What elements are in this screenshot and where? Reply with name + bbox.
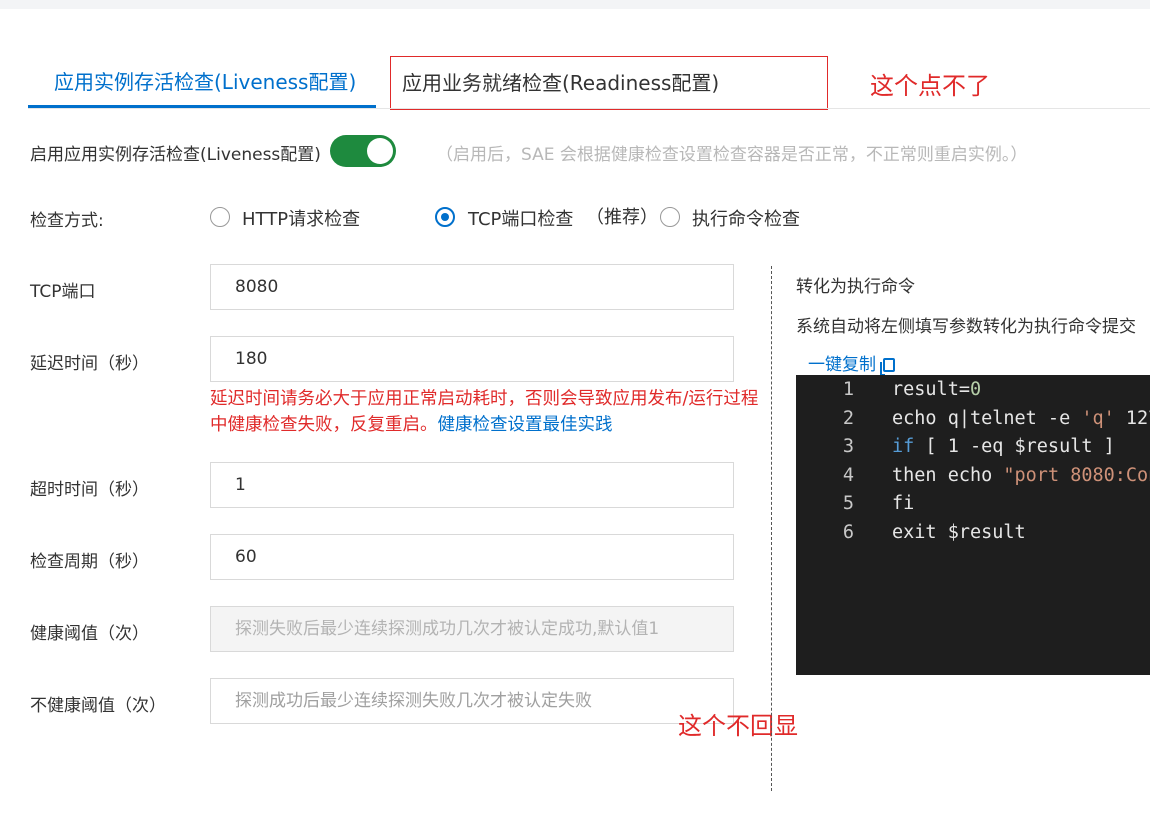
top-bar [0, 0, 1150, 9]
unhealthy-threshold-label: 不健康阈值（次） [30, 696, 166, 716]
code-text: exit $result [892, 522, 1026, 543]
annotation-field-note: 这个不回显 [678, 712, 798, 740]
timeout-label: 超时时间（秒） [30, 480, 149, 500]
recommended-tag: （推荐） [586, 207, 658, 228]
line-number: 6 [842, 522, 854, 543]
delay-label: 延迟时间（秒） [30, 354, 149, 374]
radio-tcp-label[interactable]: TCP端口检查 [468, 205, 573, 231]
panel-divider [771, 266, 772, 791]
tcp-port-label: TCP端口 [30, 282, 96, 302]
command-panel-description: 系统自动将左侧填写参数转化为执行命令提交 [796, 317, 1136, 337]
radio-http[interactable] [210, 207, 230, 227]
timeout-input[interactable]: 1 [210, 462, 734, 508]
delay-warning: 延迟时间请务必大于应用正常启动耗时，否则会导致应用发布/运行过程中健康检查失败，… [210, 386, 766, 438]
tab-readiness[interactable]: 应用业务就绪检查(Readiness配置) [390, 56, 828, 110]
line-number: 2 [842, 408, 854, 429]
copy-label: 一键复制 [808, 355, 876, 375]
tcp-port-input[interactable]: 8080 [210, 264, 734, 310]
radio-exec[interactable] [660, 207, 680, 227]
enable-liveness-toggle[interactable] [330, 135, 396, 167]
best-practice-link[interactable]: 健康检查设置最佳实践 [438, 415, 613, 435]
copy-button[interactable]: 一键复制 [808, 350, 895, 376]
period-input[interactable]: 60 [210, 534, 734, 580]
delay-input[interactable]: 180 [210, 336, 734, 382]
tabs-divider [28, 108, 1150, 109]
annotation-tab-note: 这个点不了 [870, 72, 990, 100]
code-text: result=0 [892, 379, 982, 400]
enable-hint: （启用后，SAE 会根据健康检查设置检查容器是否正常，不正常则重启实例。） [436, 145, 1028, 165]
code-block: 1 result=0 2 echo q|telnet -e 'q' 127.0.… [796, 375, 1150, 675]
line-number: 3 [842, 436, 854, 457]
command-panel-title: 转化为执行命令 [796, 277, 915, 297]
line-number: 5 [842, 493, 854, 514]
code-text: fi [892, 493, 915, 514]
code-text: if [ 1 -eq $result ] [892, 436, 1115, 457]
healthy-threshold-input[interactable]: 探测失败后最少连续探测成功几次才被认定成功,默认值1 [210, 606, 734, 652]
check-method-label: 检查方式: [30, 211, 104, 231]
code-text: echo q|telnet -e 'q' 127.0.0.1 8080 [892, 408, 1150, 429]
healthy-threshold-label: 健康阈值（次） [30, 624, 149, 644]
radio-http-label[interactable]: HTTP请求检查 [242, 205, 360, 231]
code-text: then echo "port 8080:Connected" [892, 465, 1150, 486]
enable-liveness-label: 启用应用实例存活检查(Liveness配置) [30, 145, 321, 165]
period-label: 检查周期（秒） [30, 552, 149, 572]
unhealthy-threshold-input[interactable]: 探测成功后最少连续探测失败几次才被认定失败 [210, 678, 734, 724]
line-number: 4 [842, 465, 854, 486]
line-number: 1 [842, 379, 854, 400]
tab-liveness[interactable]: 应用实例存活检查(Liveness配置) [28, 56, 376, 108]
toggle-knob [367, 138, 393, 164]
radio-tcp[interactable] [435, 207, 455, 227]
copy-icon [880, 358, 895, 376]
radio-exec-label[interactable]: 执行命令检查 [692, 205, 800, 231]
